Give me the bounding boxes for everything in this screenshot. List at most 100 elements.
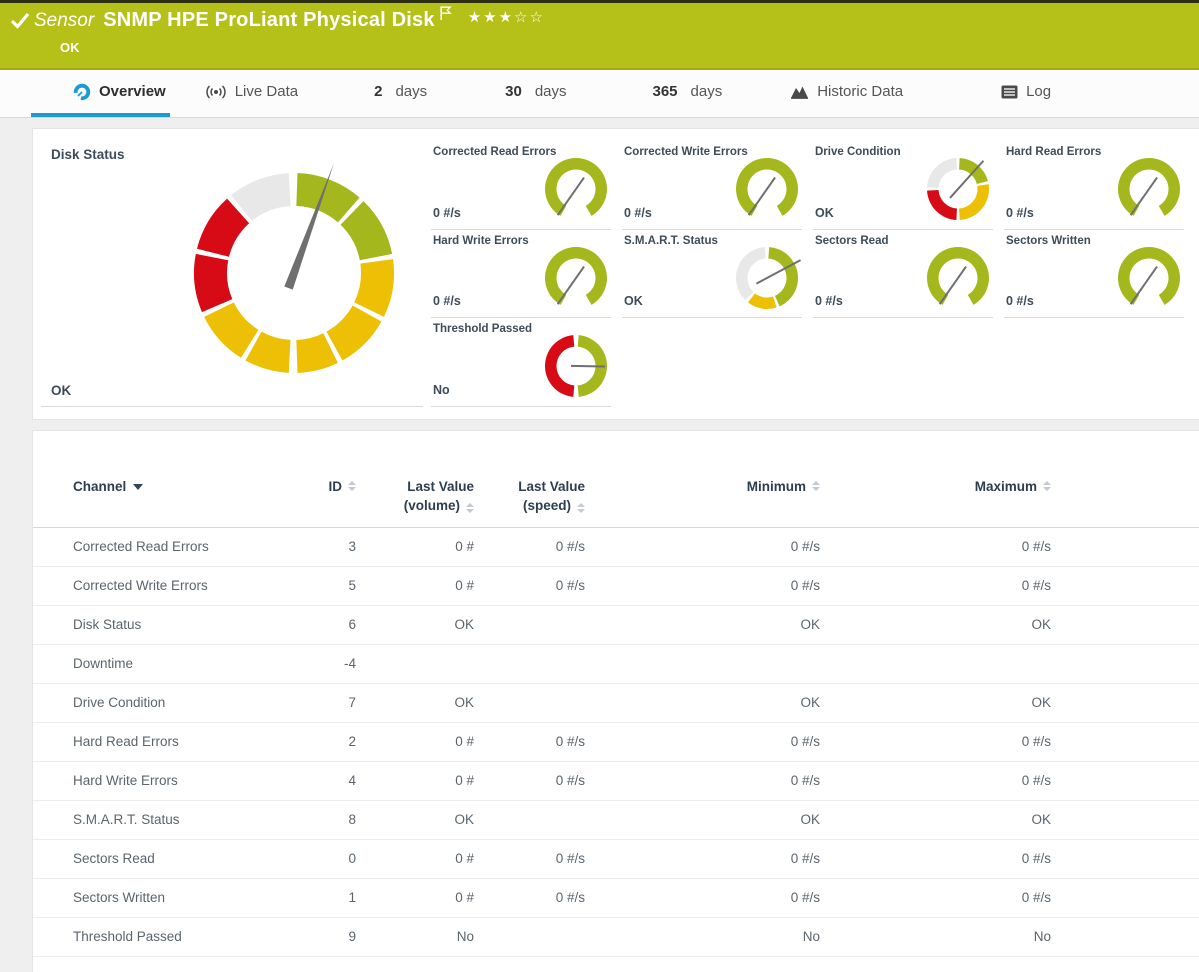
- channel-name: Sectors Written: [73, 879, 258, 917]
- column-header-id[interactable]: ID: [258, 477, 356, 515]
- minimum-value: No: [585, 918, 820, 956]
- column-header-channel[interactable]: Channel: [73, 477, 258, 515]
- channel-name: Sectors Read: [73, 840, 258, 878]
- channel-row-hard-write-errors[interactable]: Hard Write Errors40 #0 #/s0 #/s0 #/s: [33, 762, 1199, 801]
- mini-gauge-panel-hard-write-errors[interactable]: Hard Write Errors 0 #/s: [431, 230, 611, 319]
- mini-gauge-value: 0 #/s: [1006, 294, 1034, 308]
- minimum-value: 0 #/s: [585, 723, 820, 761]
- mini-gauge-panel-drive-condition[interactable]: Drive ConditionOK: [813, 141, 993, 230]
- mini-gauge-panel-threshold-passed[interactable]: Threshold PassedNo: [431, 318, 611, 407]
- overview-gauges-card: Disk Status OK Corrected Read Errors0 #/…: [32, 128, 1199, 420]
- mini-gauge-dial: [1115, 244, 1183, 312]
- channel-row-corrected-read-errors[interactable]: Corrected Read Errors30 #0 #/s0 #/s0 #/s: [33, 528, 1199, 567]
- tab-live-data[interactable]: Live Data: [202, 70, 301, 117]
- last-value-volume: OK: [356, 684, 474, 722]
- tab-365-days[interactable]: 365 days: [650, 70, 726, 117]
- mini-gauge-dial: [542, 155, 610, 223]
- channel-row-s-m-a-r-t-status[interactable]: S.M.A.R.T. Status8OKOKOK: [33, 801, 1199, 840]
- channel-id: 0: [258, 840, 356, 878]
- disk-status-gauge-panel: Disk Status OK: [41, 141, 423, 407]
- channel-name: Threshold Passed: [73, 918, 258, 956]
- maximum-value: 0 #/s: [820, 723, 1051, 761]
- last-value-volume: No: [356, 918, 474, 956]
- column-header-last-value-speed[interactable]: Last Value (speed): [474, 477, 585, 515]
- mini-gauge-panel-sectors-written[interactable]: Sectors Written0 #/s: [1004, 230, 1184, 319]
- tab-30-days[interactable]: 30 days: [502, 70, 569, 117]
- channel-row-hard-read-errors[interactable]: Hard Read Errors20 #0 #/s0 #/s0 #/s: [33, 723, 1199, 762]
- last-value-speed: [474, 645, 585, 683]
- channel-name: Drive Condition: [73, 684, 258, 722]
- mini-gauge-panel-corrected-write-errors[interactable]: Corrected Write Errors0 #/s: [622, 141, 802, 230]
- tab-2-days[interactable]: 2 days: [371, 70, 430, 117]
- mini-gauge-title: Hard Write Errors: [433, 235, 529, 247]
- sensor-title: SNMP HPE ProLiant Physical Disk: [103, 9, 435, 32]
- channels-table-card: Channel ID Last Value (volume) Last Valu…: [32, 430, 1199, 972]
- last-value-speed: 0 #/s: [474, 528, 585, 566]
- minimum-value: OK: [585, 801, 820, 839]
- channel-name: Hard Read Errors: [73, 723, 258, 761]
- priority-stars[interactable]: ★★★☆☆: [468, 8, 545, 26]
- minimum-value: OK: [585, 684, 820, 722]
- last-value-volume: OK: [356, 606, 474, 644]
- minimum-value: 0 #/s: [585, 528, 820, 566]
- channel-gauges-grid: Corrected Read Errors0 #/sCorrected Writ…: [431, 141, 1184, 405]
- channel-row-disk-status[interactable]: Disk Status6OKOKOK: [33, 606, 1199, 645]
- mini-gauge-dial: [924, 244, 992, 312]
- tab-number: 30: [505, 83, 522, 100]
- mini-gauge-title: Threshold Passed: [433, 323, 532, 335]
- mini-gauge-value: 0 #/s: [624, 206, 652, 220]
- last-value-volume: 0 #: [356, 762, 474, 800]
- tab-label: Live Data: [235, 83, 298, 100]
- channel-row-corrected-write-errors[interactable]: Corrected Write Errors50 #0 #/s0 #/s0 #/…: [33, 567, 1199, 606]
- minimum-value: 0 #/s: [585, 879, 820, 917]
- last-value-volume: 0 #: [356, 840, 474, 878]
- live-data-icon: [205, 84, 227, 100]
- maximum-value: OK: [820, 684, 1051, 722]
- last-value-volume: 0 #: [356, 528, 474, 566]
- minimum-value: [585, 645, 820, 683]
- channel-name: Corrected Write Errors: [73, 567, 258, 605]
- mini-gauge-value: 0 #/s: [815, 294, 843, 308]
- mini-gauge-panel-sectors-read[interactable]: Sectors Read0 #/s: [813, 230, 993, 319]
- last-value-speed: [474, 918, 585, 956]
- channel-row-downtime[interactable]: Downtime-4: [33, 645, 1199, 684]
- maximum-value: 0 #/s: [820, 879, 1051, 917]
- check-icon: [10, 12, 30, 34]
- tab-log[interactable]: Log: [998, 70, 1054, 117]
- flag-icon[interactable]: [440, 6, 452, 26]
- last-value-volume: 0 #: [356, 567, 474, 605]
- column-header-last-value-volume[interactable]: Last Value (volume): [356, 477, 474, 515]
- sort-icon: [1043, 477, 1051, 491]
- log-icon: [1001, 85, 1018, 99]
- last-value-volume: 0 #: [356, 879, 474, 917]
- last-value-speed: [474, 801, 585, 839]
- mini-gauge-title: S.M.A.R.T. Status: [624, 235, 718, 247]
- maximum-value: OK: [820, 801, 1051, 839]
- mini-gauge-panel-s-m-a-r-t-status[interactable]: S.M.A.R.T. StatusOK: [622, 230, 802, 319]
- mini-gauge-title: Hard Read Errors: [1006, 146, 1101, 158]
- channel-row-threshold-passed[interactable]: Threshold Passed9NoNoNo: [33, 918, 1199, 957]
- tab-historic-data[interactable]: Historic Data: [787, 70, 906, 117]
- channels-table-header: Channel ID Last Value (volume) Last Valu…: [33, 477, 1199, 528]
- column-header-minimum[interactable]: Minimum: [585, 477, 820, 515]
- channel-id: 8: [258, 801, 356, 839]
- channel-row-sectors-written[interactable]: Sectors Written10 #0 #/s0 #/s0 #/s: [33, 879, 1199, 918]
- minimum-value: OK: [585, 606, 820, 644]
- mini-gauge-panel-corrected-read-errors[interactable]: Corrected Read Errors0 #/s: [431, 141, 611, 230]
- last-value-speed: 0 #/s: [474, 762, 585, 800]
- tab-overview[interactable]: Overview: [31, 70, 170, 117]
- mini-gauge-dial: [542, 332, 610, 400]
- mini-gauge-value: 0 #/s: [433, 294, 461, 308]
- last-value-speed: 0 #/s: [474, 567, 585, 605]
- mini-gauge-value: 0 #/s: [433, 206, 461, 220]
- channel-row-sectors-read[interactable]: Sectors Read00 #0 #/s0 #/s0 #/s: [33, 840, 1199, 879]
- channel-row-drive-condition[interactable]: Drive Condition7OKOKOK: [33, 684, 1199, 723]
- channel-name: Hard Write Errors: [73, 762, 258, 800]
- column-header-maximum[interactable]: Maximum: [820, 477, 1051, 515]
- channel-id: 6: [258, 606, 356, 644]
- mini-gauge-panel-hard-read-errors[interactable]: Hard Read Errors0 #/s: [1004, 141, 1184, 230]
- channel-id: 1: [258, 879, 356, 917]
- channel-name: Corrected Read Errors: [73, 528, 258, 566]
- gauge-value: OK: [51, 383, 71, 398]
- sort-icon: [466, 499, 474, 513]
